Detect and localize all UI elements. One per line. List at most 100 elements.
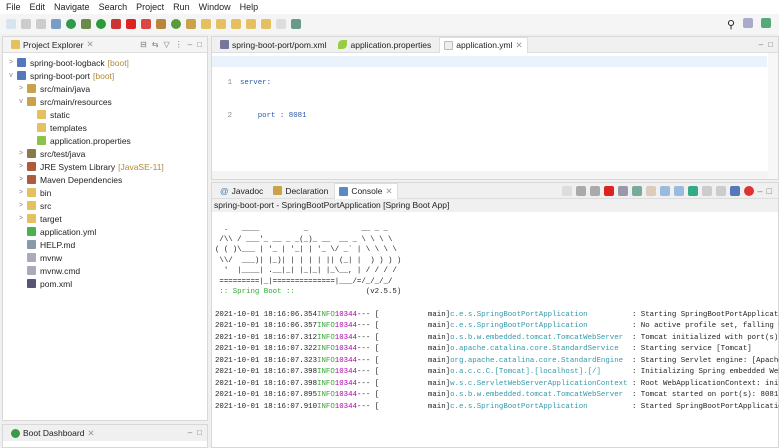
minimize-icon[interactable]: – [758,186,763,196]
vertical-scrollbar[interactable] [768,53,778,179]
relaunch-icon[interactable] [141,19,151,29]
chevron-down-icon[interactable]: v [17,98,25,105]
next-icon[interactable] [276,19,286,29]
tree-item[interactable]: > Maven Dependencies [7,173,207,186]
tree-item[interactable]: > src/main/java [7,82,207,95]
menu-window[interactable]: Window [199,2,231,12]
menu-project[interactable]: Project [136,2,164,12]
close-icon[interactable]: ✕ [87,428,94,439]
boot-icon[interactable] [66,19,76,29]
next-annotation-icon[interactable] [216,19,226,29]
scroll-lock-icon[interactable] [631,186,642,196]
open-perspective-icon[interactable] [291,19,301,29]
tree-item[interactable]: v src/main/resources [7,95,207,108]
pin-console-icon[interactable] [687,186,698,196]
forward-icon[interactable] [261,19,271,29]
minimize-icon[interactable]: – [188,428,192,437]
menu-run[interactable]: Run [173,2,190,12]
tab-project-explorer[interactable]: Project Explorer ✕ [7,37,98,53]
maximize-icon[interactable]: □ [768,40,773,49]
pen-icon[interactable] [201,19,211,29]
menu-file[interactable]: File [6,2,21,12]
new-icon[interactable] [6,19,16,29]
minimize-icon[interactable]: – [188,40,192,49]
prev-annotation-icon[interactable] [231,19,241,29]
terminate-icon[interactable] [603,186,614,196]
package-icon[interactable] [156,19,166,29]
horizontal-scrollbar[interactable] [212,171,768,179]
tree-item[interactable]: application.properties [7,134,207,147]
tree-item[interactable]: > src/test/java [7,147,207,160]
tab-application-yml[interactable]: application.yml ✕ [439,36,528,53]
stop-icon[interactable] [126,19,136,29]
refresh-icon[interactable] [171,19,181,29]
spring-perspective-icon[interactable] [761,18,771,28]
chevron-right-icon[interactable]: > [17,189,25,196]
tree-item[interactable]: application.yml [7,225,207,238]
maximize-icon[interactable]: □ [197,40,202,49]
tree-item[interactable]: mvnw [7,251,207,264]
remove-launch-icon[interactable] [575,186,586,196]
display-console-icon[interactable] [701,186,712,196]
tree-item[interactable]: > spring-boot-logback [boot] [7,56,207,69]
maximize-icon[interactable]: □ [767,186,772,196]
terminal-icon[interactable] [51,19,61,29]
close-icon[interactable]: ✕ [516,40,523,51]
word-wrap-icon[interactable] [645,186,656,196]
save-icon[interactable] [21,19,31,29]
code-editor[interactable]: 1 server: 2 port : 8081 [212,53,778,179]
tree-item[interactable]: > target [7,212,207,225]
run-external-icon[interactable] [111,19,121,29]
show-stderr-icon[interactable] [673,186,684,196]
collapse-all-icon[interactable]: ⊟ [140,40,147,49]
close-icon[interactable]: ✕ [86,39,93,50]
link-icon[interactable]: ⇆ [152,40,159,49]
chevron-right-icon[interactable]: > [17,163,25,170]
filter-icon[interactable]: ▽ [164,40,170,49]
tab-boot-dashboard[interactable]: Boot Dashboard ✕ [7,425,99,441]
outline-icon[interactable] [729,186,740,196]
menu-search[interactable]: Search [99,2,128,12]
console-output[interactable]: . ____ _ __ _ _ /\\ / ___'_ __ _ _(_)_ _… [212,212,779,413]
chevron-right-icon[interactable]: > [17,202,25,209]
menu-edit[interactable]: Edit [30,2,46,12]
tab-declaration[interactable]: Declaration [269,183,332,199]
tree-item[interactable]: pom.xml [7,277,207,290]
view-menu-icon[interactable]: ⋮ [175,40,183,49]
show-stdout-icon[interactable] [659,186,670,196]
tree-item[interactable]: templates [7,121,207,134]
tab-javadoc[interactable]: @ Javadoc [216,183,267,199]
chevron-right-icon[interactable]: > [7,59,15,66]
remove-all-icon[interactable] [589,186,600,196]
tree-item[interactable]: HELP.md [7,238,207,251]
tree-item[interactable]: > src [7,199,207,212]
chevron-right-icon[interactable]: > [17,215,25,222]
chevron-right-icon[interactable]: > [17,176,25,183]
minimize-icon[interactable]: – [759,40,763,49]
menu-navigate[interactable]: Navigate [54,2,90,12]
debug-icon[interactable] [81,19,91,29]
tab-pom-xml[interactable]: spring-boot-port/pom.xml [216,37,330,53]
close-icon[interactable]: ✕ [386,186,393,197]
run-icon[interactable] [96,19,106,29]
clear-console-icon[interactable] [617,186,628,196]
maximize-icon[interactable]: □ [197,428,202,437]
search-icon[interactable]: ⚲ [727,18,735,31]
menu-help[interactable]: Help [240,2,259,12]
chevron-right-icon[interactable]: > [17,150,25,157]
perspective-icon[interactable] [743,18,753,28]
tree-item[interactable]: static [7,108,207,121]
tree-item[interactable]: mvnw.cmd [7,264,207,277]
tree-item[interactable]: v spring-boot-port [boot] [7,69,207,82]
chevron-right-icon[interactable]: > [17,85,25,92]
tree-item[interactable]: > bin [7,186,207,199]
terminate-all-icon[interactable] [561,186,572,196]
tree-item[interactable]: > JRE System Library [JavaSE-11] [7,160,207,173]
open-console-icon[interactable] [715,186,726,196]
back-icon[interactable] [246,19,256,29]
tab-console[interactable]: Console ✕ [334,182,398,199]
ant-icon[interactable] [743,186,754,196]
tab-application-properties[interactable]: application.properties [334,37,435,53]
chevron-down-icon[interactable]: v [7,72,15,79]
save-all-icon[interactable] [36,19,46,29]
